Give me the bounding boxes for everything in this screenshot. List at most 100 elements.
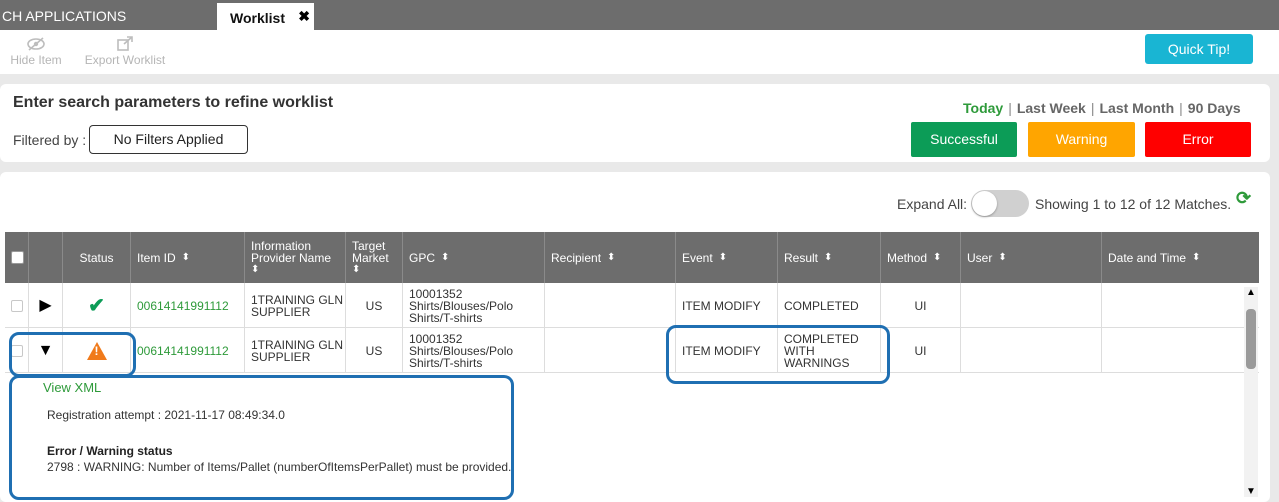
worklist-tab[interactable]: Worklist ✖ — [217, 3, 314, 30]
filter-title: Enter search parameters to refine workli… — [13, 94, 334, 111]
method-cell: UI — [881, 283, 961, 328]
column-recipient[interactable]: Recipient ⬍ — [545, 232, 676, 283]
row-checkbox[interactable] — [10, 344, 23, 357]
column-date-time-label: Date and Time — [1108, 250, 1187, 265]
method-cell: UI — [881, 328, 961, 373]
sort-icon: ⬍ — [607, 251, 616, 263]
expand-all-label: Expand All: — [897, 196, 968, 212]
table-header: Status Item ID ⬍ Information Provider Nam… — [5, 232, 1259, 283]
item-id-cell: 00614141991112 — [131, 283, 245, 328]
column-date-time[interactable]: Date and Time ⬍ — [1102, 232, 1259, 283]
toggle-knob — [972, 191, 997, 216]
error-status-message: 2798 : WARNING: Number of Items/Pallet (… — [47, 460, 512, 474]
sort-icon: ⬍ — [1192, 251, 1201, 263]
scrollbar-thumb[interactable] — [1246, 309, 1256, 369]
error-filter-button[interactable]: Error — [1145, 122, 1251, 157]
row-checkbox[interactable] — [10, 299, 23, 312]
user-cell — [961, 328, 1102, 373]
worklist-tab-label: Worklist — [230, 10, 285, 26]
row-checkbox-cell — [5, 328, 29, 373]
sort-icon: ⬍ — [718, 251, 728, 263]
row-detail-panel: View XML Registration attempt : 2021-11-… — [5, 373, 1245, 502]
external-link-icon — [117, 36, 133, 51]
close-icon[interactable]: ✖ — [298, 3, 310, 29]
scroll-up-icon[interactable]: ▲ — [1246, 287, 1256, 298]
event-cell: ITEM MODIFY — [676, 328, 778, 373]
status-cell: ! — [63, 328, 131, 373]
column-user[interactable]: User ⬍ — [961, 232, 1102, 283]
column-result-label: Result — [784, 250, 819, 265]
expand-all-toggle[interactable] — [971, 190, 1029, 217]
applications-tab[interactable]: CH APPLICATIONS — [0, 2, 126, 30]
range-last-week-link[interactable]: Last Week — [1017, 100, 1086, 116]
recipient-cell — [545, 328, 676, 373]
table-row[interactable]: ▶ ✔ 00614141991112 1TRAINING GLN SUPPLIE… — [5, 283, 1259, 328]
row-checkbox-cell — [5, 283, 29, 328]
sort-icon: ⬍ — [352, 263, 361, 275]
column-info-provider[interactable]: Information Provider Name ⬍ — [245, 232, 346, 283]
export-worklist-label: Export Worklist — [84, 53, 166, 67]
quick-tip-button[interactable]: Quick Tip! — [1145, 34, 1253, 64]
gpc-cell: 10001352 Shirts/Blouses/Polo Shirts/T-sh… — [403, 328, 545, 373]
user-cell — [961, 283, 1102, 328]
column-item-id[interactable]: Item ID ⬍ — [131, 232, 245, 283]
export-worklist-button[interactable]: Export Worklist — [84, 35, 166, 67]
select-all-header — [5, 232, 29, 283]
select-all-checkbox[interactable] — [11, 251, 24, 264]
column-result[interactable]: Result ⬍ — [778, 232, 881, 283]
range-separator: | — [1090, 100, 1095, 116]
table-scrollbar[interactable]: ▲ ▼ — [1244, 287, 1258, 497]
sort-icon: ⬍ — [441, 251, 450, 263]
registration-attempt-text: Registration attempt : 2021-11-17 08:49:… — [47, 408, 285, 422]
collapse-row-icon[interactable]: ▼ — [29, 328, 63, 373]
column-info-provider-label: Information Provider Name — [251, 238, 332, 265]
range-today-link[interactable]: Today — [963, 100, 1003, 116]
column-target-market[interactable]: Target Market ⬍ — [346, 232, 403, 283]
view-xml-link[interactable]: View XML — [43, 380, 101, 395]
result-cell: COMPLETED — [778, 283, 881, 328]
column-method-label: Method — [887, 250, 928, 265]
item-id-link[interactable]: 00614141991112 — [137, 345, 229, 357]
warning-icon: ! — [86, 341, 107, 360]
event-cell: ITEM MODIFY — [676, 283, 778, 328]
gpc-cell: 10001352 Shirts/Blouses/Polo Shirts/T-sh… — [403, 283, 545, 328]
target-market-cell: US — [346, 283, 403, 328]
table-row[interactable]: ▼ ! 00614141991112 1TRAINING GLN SUPPLIE… — [5, 328, 1259, 373]
filter-value-box[interactable]: No Filters Applied — [89, 125, 248, 154]
refresh-icon[interactable]: ⟳ — [1236, 188, 1251, 209]
column-method[interactable]: Method ⬍ — [881, 232, 961, 283]
sort-icon: ⬍ — [824, 251, 833, 263]
column-gpc[interactable]: GPC ⬍ — [403, 232, 545, 283]
toolbar: Hide Item Export Worklist — [0, 30, 1279, 74]
sort-icon: ⬍ — [998, 251, 1007, 263]
column-event[interactable]: Event ⬍ — [676, 232, 778, 283]
eye-slash-icon — [27, 37, 45, 51]
check-icon: ✔ — [88, 294, 105, 317]
info-provider-cell: 1TRAINING GLN SUPPLIER — [245, 328, 346, 373]
date-time-cell — [1102, 328, 1259, 373]
hide-item-button[interactable]: Hide Item — [8, 35, 64, 67]
range-separator: | — [1179, 100, 1183, 116]
expand-row-icon[interactable]: ▶ — [29, 283, 63, 328]
hide-item-label: Hide Item — [10, 53, 62, 67]
caret-down-icon: ▼ — [37, 341, 54, 359]
date-range-links: Today | Last Week | Last Month | 90 Days — [963, 100, 1241, 116]
expand-column-header — [29, 232, 63, 283]
results-count-text: Showing 1 to 12 of 12 Matches. — [1035, 196, 1232, 212]
filtered-by-label: Filtered by : — [13, 132, 87, 148]
top-tab-bar: CH APPLICATIONS Worklist ✖ — [0, 0, 1279, 30]
target-market-cell: US — [346, 328, 403, 373]
warning-filter-button[interactable]: Warning — [1028, 122, 1135, 157]
column-gpc-label: GPC — [409, 250, 436, 265]
range-90-days-link[interactable]: 90 Days — [1188, 100, 1241, 116]
column-user-label: User — [967, 250, 993, 265]
successful-filter-button[interactable]: Successful — [911, 122, 1017, 157]
info-provider-cell: 1TRAINING GLN SUPPLIER — [245, 283, 346, 328]
column-target-market-label: Target Market — [352, 238, 389, 265]
range-last-month-link[interactable]: Last Month — [1099, 100, 1174, 116]
recipient-cell — [545, 283, 676, 328]
sort-icon: ⬍ — [251, 263, 260, 275]
result-cell: COMPLETED WITH WARNINGS — [778, 328, 881, 373]
scroll-down-icon[interactable]: ▼ — [1246, 486, 1256, 497]
item-id-link[interactable]: 00614141991112 — [137, 300, 229, 312]
